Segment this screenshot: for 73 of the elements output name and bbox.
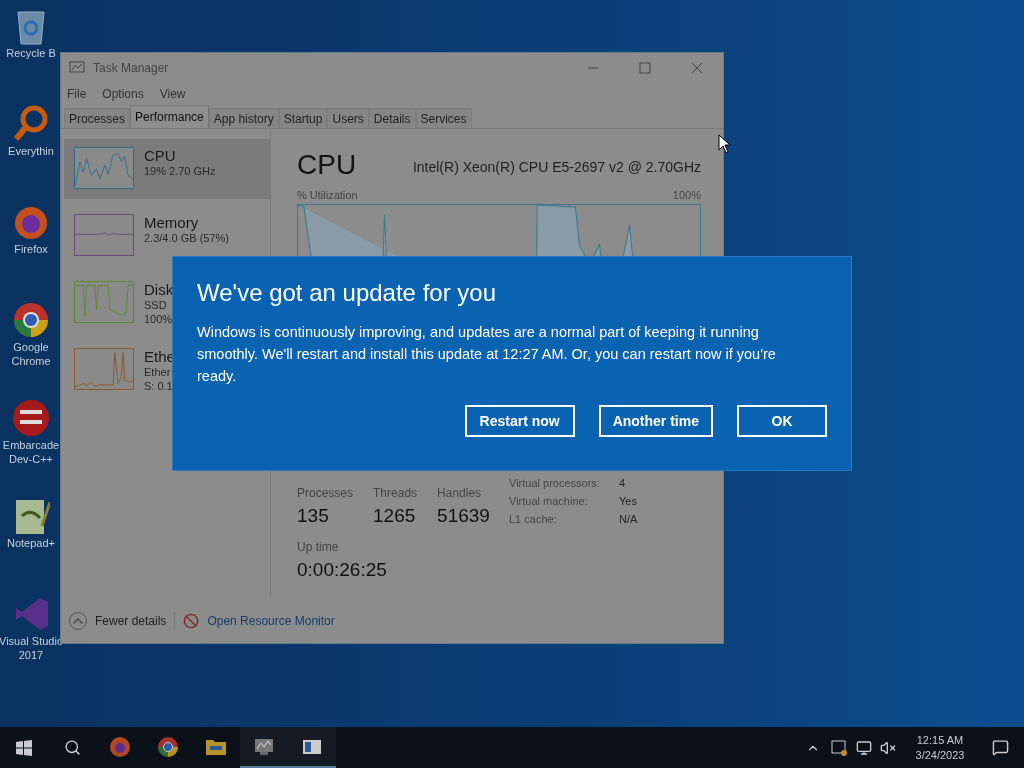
- volume-muted-icon[interactable]: [880, 739, 896, 756]
- resource-name: Disk: [144, 281, 174, 298]
- stat-label: Up time: [297, 539, 340, 556]
- resource-value: 2.3/4.0 GB (57%): [144, 231, 229, 245]
- stat-value: 135: [297, 503, 330, 528]
- resource-monitor-link[interactable]: Open Resource Monitor: [207, 612, 335, 630]
- desktop-icon-label[interactable]: Firefox: [14, 242, 48, 256]
- stat-value: 0:00:26:25: [297, 558, 388, 582]
- desktop-icon-label[interactable]: Dev-C++: [9, 452, 53, 466]
- code-editor-icon: [12, 398, 50, 438]
- search-icon: [63, 739, 81, 756]
- resource-heading: CPU: [297, 149, 357, 181]
- taskbar-app-button[interactable]: [288, 727, 336, 768]
- resource-monitor-icon: [183, 613, 200, 629]
- browser-icon: [156, 734, 180, 759]
- desktop-icon-label[interactable]: Embarcade: [2, 438, 60, 452]
- notification-icon: [991, 739, 1009, 756]
- desktop-icon-label[interactable]: 2017: [18, 648, 44, 662]
- resource-name: Memory: [144, 214, 200, 231]
- stat-label: Handles: [437, 484, 483, 502]
- browser-icon: [12, 300, 50, 340]
- desktop-icon-label[interactable]: Chrome: [11, 354, 51, 368]
- resource-value: Ether: [144, 365, 172, 379]
- resource-item[interactable]: CPU 19% 2.70 GHz: [64, 139, 270, 199]
- dialog-button[interactable]: Another time: [598, 405, 713, 437]
- desktop-icon-label[interactable]: Notepad+: [7, 536, 55, 550]
- menu-item[interactable]: File: [67, 85, 87, 103]
- tab[interactable]: Details: [368, 108, 416, 128]
- resource-value: 19% 2.70 GHz: [144, 164, 216, 178]
- desktop-icon-label[interactable]: Recycle B: [6, 46, 56, 60]
- resource-value: S: 0.1: [144, 379, 174, 393]
- desktop-icon-label[interactable]: Everythin: [8, 144, 54, 158]
- stat-label: Threads: [373, 484, 418, 502]
- dialog-button[interactable]: OK: [737, 405, 827, 437]
- spec-value: N/A: [619, 511, 638, 527]
- browser-icon: [108, 734, 132, 759]
- resource-name: CPU: [144, 147, 177, 164]
- tab[interactable]: Users: [327, 108, 369, 128]
- magnifier-icon: [12, 104, 50, 144]
- tab[interactable]: Services: [415, 108, 472, 128]
- dialog-message: Windows is continuously improving, and updates are a normal part of keeping it running smoothly. We'll restart and install this update at 12:27 AM. Or, you can restart now if you're ready.: [197, 323, 777, 386]
- network-icon[interactable]: [856, 739, 872, 756]
- stat-value: 1265: [373, 503, 417, 528]
- clock-time[interactable]: 12:15 AM: [916, 732, 964, 748]
- resource-value: 100%: [144, 312, 174, 326]
- close-icon[interactable]: [691, 62, 703, 74]
- spec-value: 4: [619, 475, 626, 491]
- mouse-cursor-icon: [718, 134, 731, 154]
- clock-date[interactable]: 3/24/2023: [915, 747, 965, 763]
- desktop-icon-label[interactable]: Google: [13, 340, 49, 354]
- tab[interactable]: App history: [208, 108, 279, 128]
- windows-logo-icon: [16, 739, 32, 756]
- spec-label: Virtual processors:: [509, 475, 601, 491]
- spec-label: Virtual machine:: [509, 493, 589, 509]
- graph-label: % Utilization: [297, 188, 358, 203]
- menu-item[interactable]: Options: [102, 85, 144, 103]
- spec-value: Yes: [619, 493, 637, 509]
- tab[interactable]: Startup: [278, 108, 328, 128]
- resource-item[interactable]: Memory 2.3/4.0 GB (57%): [64, 206, 270, 266]
- tab[interactable]: Processes: [64, 108, 131, 128]
- dialog-button[interactable]: Restart now: [464, 405, 575, 437]
- dialog-title: We've got an update for you: [197, 278, 497, 308]
- window-title: Task Manager: [93, 60, 169, 77]
- stat-label: Processes: [297, 484, 354, 502]
- resource-value: SSD: [144, 298, 168, 312]
- menu-item[interactable]: View: [159, 85, 186, 103]
- spec-label: L1 cache:: [509, 511, 558, 527]
- processor-name: Intel(R) Xeon(R) CPU E5-2697 v2 @ 2.70GHz: [412, 158, 701, 177]
- stat-value: 51639: [437, 503, 490, 528]
- graph-max-label: 100%: [672, 188, 701, 203]
- fewer-details-link[interactable]: Fewer details: [95, 612, 167, 630]
- tab[interactable]: Performance: [130, 105, 209, 128]
- monitor-chart-icon: [69, 61, 85, 75]
